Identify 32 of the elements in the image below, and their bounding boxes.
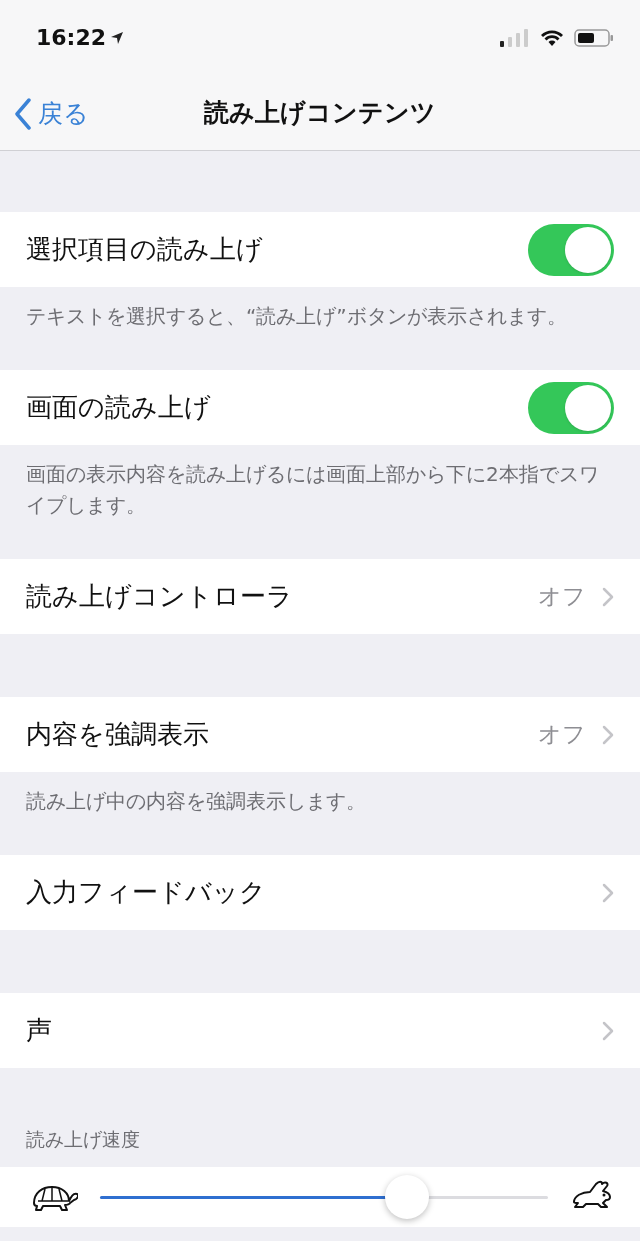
section-footer: 画面の表示内容を読み上げるには画面上部から下に2本指でスワイプします。	[26, 459, 618, 521]
toggle-switch[interactable]	[528, 381, 614, 434]
status-time: 16:22	[36, 24, 107, 52]
section-footer: 読み上げ中の内容を強調表示します。	[26, 786, 618, 817]
speed-slider[interactable]	[100, 1175, 548, 1219]
signal-icon	[500, 28, 530, 47]
slider-thumb[interactable]	[384, 1175, 429, 1219]
location-arrow-icon	[110, 30, 125, 45]
row-label: 画面の読み上げ	[26, 391, 211, 424]
row-value: オフ	[538, 582, 586, 612]
settings-row[interactable]: 入力フィードバック	[0, 855, 640, 930]
chevron-icon	[602, 882, 614, 903]
back-chevron-icon	[14, 97, 32, 130]
settings-row[interactable]: 声	[0, 993, 640, 1068]
toggle-switch[interactable]	[528, 223, 614, 276]
row-label: 入力フィードバック	[26, 876, 266, 909]
battery-icon	[574, 27, 614, 48]
chevron-icon	[602, 724, 614, 745]
row-label: 選択項目の読み上げ	[26, 233, 263, 266]
section-footer: テキストを選択すると、“読み上げ”ボタンが表示されます。	[26, 301, 618, 332]
wifi-icon	[540, 28, 564, 47]
section-header: 読み上げ速度	[26, 1126, 140, 1152]
nav-title: 読み上げコンテンツ	[204, 96, 436, 129]
row-label: 内容を強調表示	[26, 718, 209, 751]
settings-row[interactable]: 読み上げコントローラ オフ	[0, 559, 640, 634]
chevron-icon	[602, 1020, 614, 1041]
chevron-icon	[602, 586, 614, 607]
row-value: オフ	[538, 720, 586, 750]
row-label: 読み上げコントローラ	[26, 580, 293, 613]
back-button[interactable]: 戻る	[14, 95, 89, 133]
row-label: 声	[26, 1014, 52, 1047]
settings-row[interactable]: 内容を強調表示 オフ	[0, 697, 640, 772]
